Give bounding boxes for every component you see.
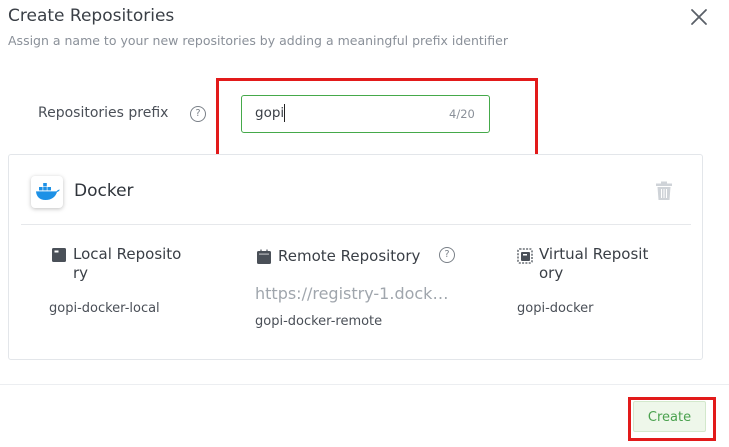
remote-url: https://registry-1.dock… [255,284,449,303]
dialog-title: Create Repositories [8,6,175,26]
local-repo-icon [51,247,67,267]
close-icon[interactable] [688,6,710,28]
trash-icon[interactable] [654,180,674,202]
prefix-help-icon[interactable]: ? [190,106,206,122]
virtual-repo-title: Virtual Reposit ory [539,245,649,282]
character-counter: 4/20 [449,107,475,121]
prefix-input[interactable]: gopi 4/20 [241,95,490,133]
footer-divider [0,384,729,385]
text-caret [284,104,285,122]
create-button[interactable]: Create [633,401,706,432]
package-name: Docker [74,181,134,201]
prefix-label: Repositories prefix [38,105,169,121]
virtual-repo-name: gopi-docker [517,301,594,316]
dialog-subtitle: Assign a name to your new repositories b… [8,33,508,48]
package-card: Docker Local Reposito ry gopi-docker-loc… [8,154,703,360]
remote-repo-icon [256,249,272,269]
remote-repo-name: gopi-docker-remote [255,314,383,329]
docker-icon [31,176,63,208]
card-divider [21,224,691,225]
local-repo-title: Local Reposito ry [73,245,182,282]
remote-help-icon[interactable]: ? [439,247,455,263]
local-repo-name: gopi-docker-local [49,301,160,316]
remote-repo-title: Remote Repository [278,247,421,265]
prefix-input-value: gopi [255,105,285,121]
virtual-repo-icon [517,248,533,268]
